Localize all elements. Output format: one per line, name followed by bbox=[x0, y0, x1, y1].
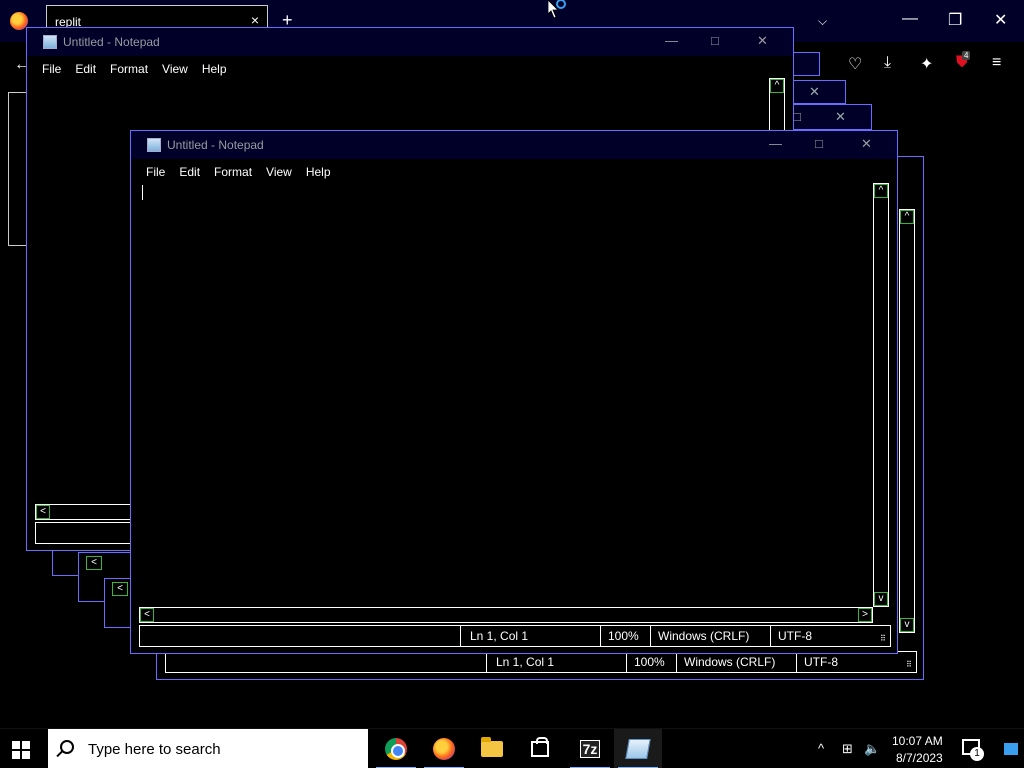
ghost-scroll-left-icon: < bbox=[86, 556, 102, 570]
menu-edit[interactable]: Edit bbox=[172, 165, 207, 179]
notification-count-badge: 1 bbox=[970, 747, 984, 761]
status-zoom: 100% bbox=[608, 629, 639, 643]
chrome-taskbar-button[interactable] bbox=[372, 729, 420, 768]
scroll-left-icon[interactable]: < bbox=[140, 608, 154, 622]
status-encoding: UTF-8 bbox=[804, 655, 838, 669]
minimize-button[interactable]: — bbox=[769, 136, 782, 151]
status-line-ending: Windows (CRLF) bbox=[684, 655, 776, 669]
vertical-scrollbar[interactable]: ^ bbox=[769, 78, 785, 138]
scroll-down-icon[interactable]: v bbox=[874, 592, 888, 606]
shadow-vertical-scrollbar: ^ v bbox=[899, 209, 915, 633]
browser-close-button[interactable]: ✕ bbox=[994, 10, 1007, 30]
scroll-right-icon[interactable]: > bbox=[858, 608, 872, 622]
search-placeholder: Type here to search bbox=[88, 741, 221, 758]
scroll-down-icon: v bbox=[900, 618, 914, 632]
close-button[interactable]: ✕ bbox=[757, 33, 768, 49]
extensions-icon[interactable]: ✦ bbox=[920, 54, 933, 74]
menu-format[interactable]: Format bbox=[103, 62, 155, 76]
window-title: Untitled - Notepad bbox=[63, 35, 160, 49]
text-editor-area[interactable] bbox=[139, 183, 873, 607]
menu-file[interactable]: File bbox=[35, 62, 68, 76]
ghost-titlebar: □ ✕ bbox=[788, 104, 872, 130]
notepad-icon bbox=[147, 138, 161, 152]
file-explorer-taskbar-button[interactable] bbox=[468, 729, 516, 768]
shadow-status-bar: Ln 1, Col 1 100% Windows (CRLF) UTF-8 ⠿ bbox=[165, 651, 917, 673]
download-icon[interactable]: ⤓ bbox=[884, 54, 891, 72]
scroll-left-icon[interactable]: < bbox=[36, 505, 50, 519]
ghost-titlebar: ✕ bbox=[788, 80, 846, 104]
status-line-ending: Windows (CRLF) bbox=[658, 629, 750, 643]
horizontal-scrollbar[interactable]: < bbox=[35, 504, 135, 520]
close-tab-icon[interactable]: × bbox=[251, 12, 259, 28]
maximize-button[interactable]: □ bbox=[815, 136, 823, 151]
taskbar-search-box[interactable]: Type here to search bbox=[48, 729, 368, 768]
menu-help[interactable]: Help bbox=[299, 165, 338, 179]
scroll-up-icon[interactable]: ^ bbox=[874, 184, 888, 198]
maximize-button[interactable]: □ bbox=[711, 33, 719, 48]
resize-grip-icon[interactable]: ⠿ bbox=[880, 634, 886, 643]
menu-view[interactable]: View bbox=[155, 62, 195, 76]
minimize-button[interactable]: — bbox=[665, 33, 678, 48]
scroll-up-icon[interactable]: ^ bbox=[770, 79, 784, 93]
extension-badge: 4 bbox=[962, 51, 971, 60]
network-icon[interactable]: ⊞ bbox=[842, 741, 853, 757]
tab-list-chevron-icon[interactable]: ⌵ bbox=[818, 14, 827, 29]
menu-file[interactable]: File bbox=[139, 165, 172, 179]
ghost-window-edge bbox=[8, 92, 28, 246]
taskbar: Type here to search 7z ^ ⊞ 🔈 10:07 AM 8/… bbox=[0, 728, 1024, 768]
menu-format[interactable]: Format bbox=[207, 165, 259, 179]
status-position: Ln 1, Col 1 bbox=[470, 629, 529, 643]
vertical-scrollbar[interactable]: ^ v bbox=[873, 183, 889, 607]
windows-start-icon[interactable] bbox=[12, 741, 30, 759]
window-title: Untitled - Notepad bbox=[167, 138, 264, 152]
ghost-scroll-left-icon: < bbox=[112, 582, 128, 596]
notepad-window-front[interactable]: Untitled - Notepad — □ ✕ File Edit Forma… bbox=[130, 130, 898, 654]
status-bar bbox=[35, 522, 135, 544]
notepad-icon bbox=[625, 739, 651, 759]
7zip-icon: 7z bbox=[579, 740, 601, 758]
status-bar: Ln 1, Col 1 100% Windows (CRLF) UTF-8 ⠿ bbox=[139, 625, 891, 647]
store-taskbar-button[interactable] bbox=[516, 729, 564, 768]
show-hidden-icons-chevron-icon[interactable]: ^ bbox=[818, 741, 824, 756]
resize-grip-icon: ⠿ bbox=[906, 660, 912, 669]
menu-edit[interactable]: Edit bbox=[68, 62, 103, 76]
status-zoom: 100% bbox=[634, 655, 665, 669]
volume-icon[interactable]: 🔈 bbox=[864, 741, 880, 757]
notepad-taskbar-button[interactable] bbox=[614, 729, 662, 768]
clock-date[interactable]: 8/7/2023 bbox=[896, 751, 943, 765]
browser-restore-button[interactable]: ❐ bbox=[948, 10, 962, 30]
menu-icon[interactable]: ≡ bbox=[992, 54, 1001, 72]
notepad-titlebar[interactable]: Untitled - Notepad — □ ✕ bbox=[27, 28, 793, 56]
horizontal-scrollbar[interactable]: < > bbox=[139, 607, 873, 623]
clock-time[interactable]: 10:07 AM bbox=[892, 734, 943, 748]
menu-bar: File Edit Format View Help bbox=[35, 62, 234, 76]
menu-bar: File Edit Format View Help bbox=[139, 165, 338, 179]
pocket-icon[interactable]: ♡ bbox=[848, 54, 862, 74]
folder-icon bbox=[481, 737, 503, 757]
notepad-titlebar[interactable]: Untitled - Notepad — □ ✕ bbox=[131, 131, 897, 159]
search-icon bbox=[60, 740, 74, 754]
text-caret bbox=[142, 185, 143, 200]
firefox-icon bbox=[433, 738, 455, 760]
scroll-up-icon: ^ bbox=[900, 210, 914, 224]
notepad-icon bbox=[43, 35, 57, 49]
busy-cursor-icon bbox=[548, 0, 566, 19]
firefox-taskbar-button[interactable] bbox=[420, 729, 468, 768]
menu-view[interactable]: View bbox=[259, 165, 299, 179]
status-encoding: UTF-8 bbox=[778, 629, 812, 643]
7zip-taskbar-button[interactable]: 7z bbox=[566, 729, 614, 768]
store-icon bbox=[531, 737, 549, 757]
browser-minimize-button[interactable]: — bbox=[902, 10, 918, 28]
show-desktop-icon[interactable] bbox=[1004, 743, 1018, 755]
menu-help[interactable]: Help bbox=[195, 62, 234, 76]
chrome-icon bbox=[385, 738, 407, 760]
close-button[interactable]: ✕ bbox=[861, 136, 872, 152]
status-position: Ln 1, Col 1 bbox=[496, 655, 555, 669]
